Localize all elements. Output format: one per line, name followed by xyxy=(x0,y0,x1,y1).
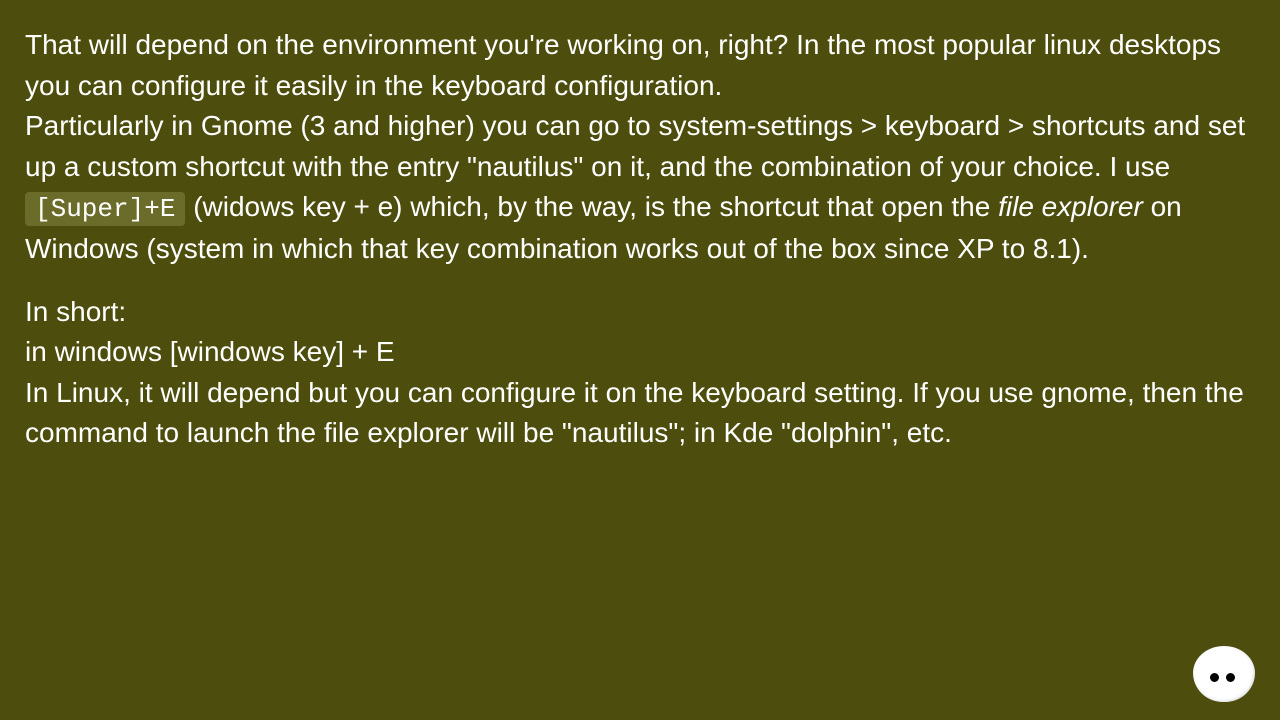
paragraph-2: In short: in windows [windows key] + E I… xyxy=(25,292,1255,454)
text-linux-summary: In Linux, it will depend but you can con… xyxy=(25,377,1244,449)
text-windows-shortcut: in windows [windows key] + E xyxy=(25,336,395,367)
avatar-eye-right xyxy=(1226,673,1235,682)
text-intro: That will depend on the environment you'… xyxy=(25,29,1221,101)
text-in-short: In short: xyxy=(25,296,126,327)
avatar-icon xyxy=(1193,646,1255,702)
paragraph-1: That will depend on the environment you'… xyxy=(25,25,1255,270)
text-gnome-intro: Particularly in Gnome (3 and higher) you… xyxy=(25,110,1245,182)
code-shortcut: [Super]+E xyxy=(25,192,185,226)
text-after-code: (widows key + e) which, by the way, is t… xyxy=(185,191,998,222)
text-file-explorer: file explorer xyxy=(998,191,1143,222)
avatar-eye-left xyxy=(1210,673,1219,682)
